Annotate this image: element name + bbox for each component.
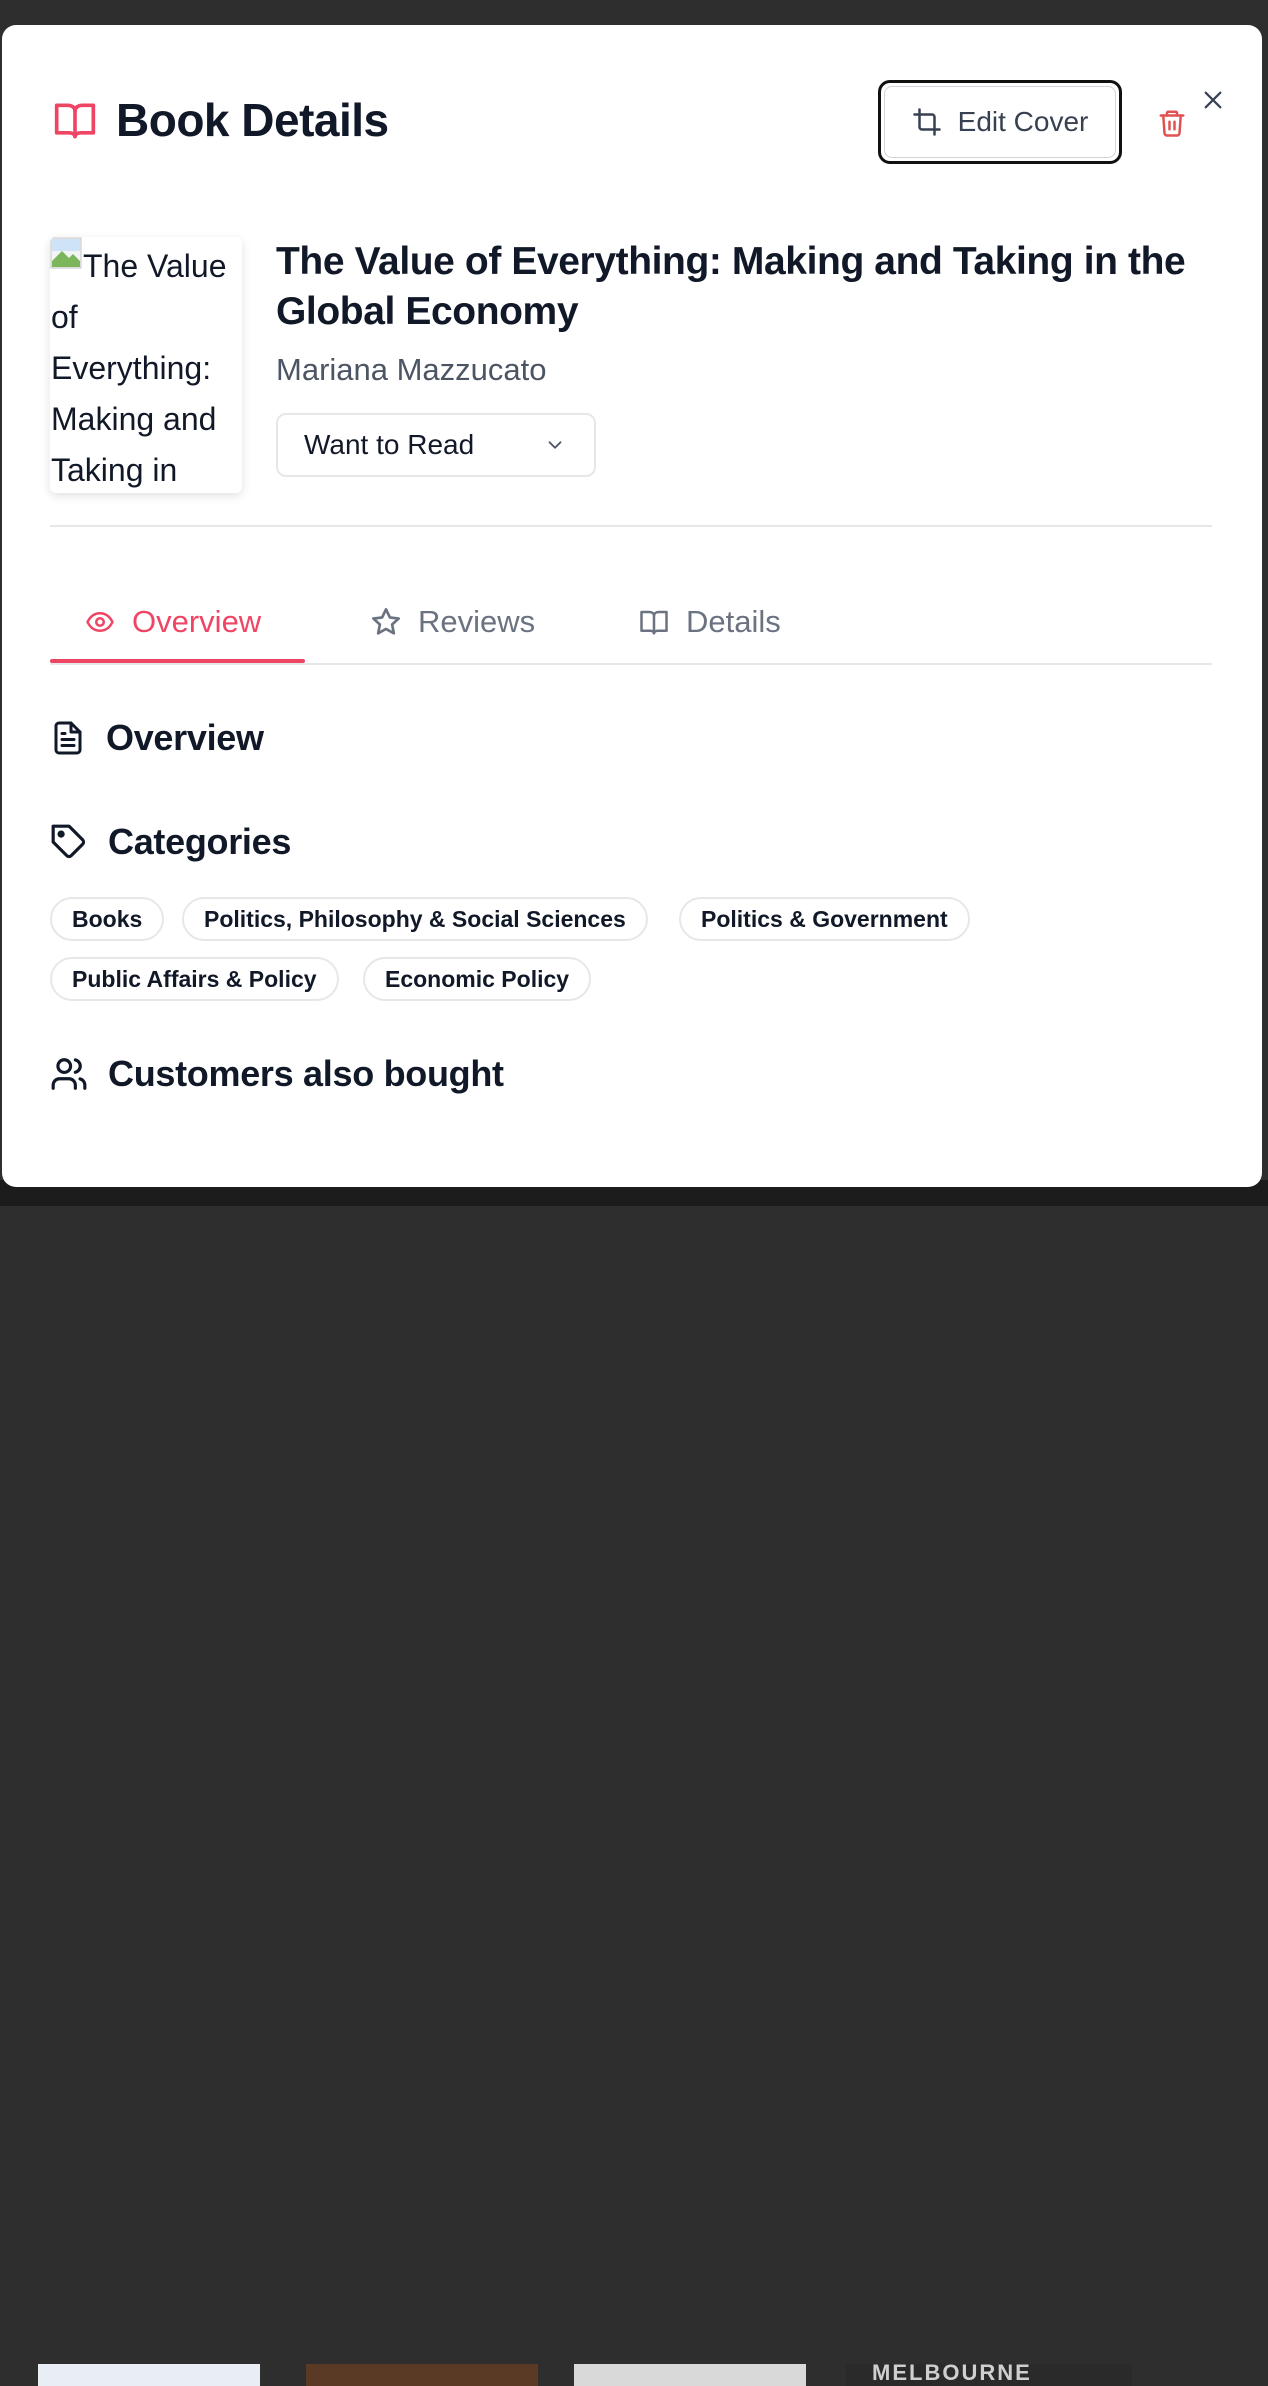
- tab-details-label: Details: [686, 604, 781, 639]
- users-icon: [51, 1058, 87, 1090]
- category-chip[interactable]: Politics & Government: [679, 897, 970, 941]
- tab-reviews[interactable]: Reviews: [370, 581, 535, 663]
- book-open-icon: [640, 610, 668, 635]
- book-cover-image: The Value of Everything: Making and Taki…: [50, 237, 242, 493]
- cover-alt-text: The Value of Everything: Making and Taki…: [51, 248, 227, 488]
- reading-status-value: Want to Read: [304, 429, 475, 460]
- categories-heading: Categories: [50, 821, 291, 863]
- background-book-text: MELBOURNE: [872, 2364, 1032, 2385]
- modal-header: Book Details: [52, 90, 389, 150]
- book-open-icon: [54, 103, 96, 139]
- close-icon: [1204, 91, 1222, 109]
- edit-cover-label: Edit Cover: [957, 106, 1089, 137]
- category-chip[interactable]: Public Affairs & Policy: [50, 957, 339, 1001]
- category-chip[interactable]: Books: [50, 897, 165, 941]
- tag-icon: [51, 824, 86, 859]
- star-icon: [372, 608, 400, 635]
- categories-heading-text: Categories: [108, 821, 292, 862]
- background-book-cover: MELBOURNE: [846, 2364, 1132, 2386]
- category-chip[interactable]: Politics, Philosophy & Social Sciences: [182, 897, 648, 941]
- overview-heading-text: Overview: [106, 717, 264, 758]
- background-book-cover: [574, 2364, 806, 2386]
- delete-button[interactable]: [1154, 105, 1190, 141]
- customers-also-bought-text: Customers also bought: [108, 1053, 504, 1094]
- tab-reviews-label: Reviews: [418, 604, 536, 639]
- tab-overview[interactable]: Overview: [84, 581, 261, 663]
- crop-icon: [912, 108, 941, 136]
- category-chip[interactable]: Economic Policy: [363, 957, 592, 1001]
- edit-cover-button[interactable]: Edit Cover: [878, 80, 1122, 164]
- book-title: The Value of Everything: Making and Taki…: [276, 240, 1186, 333]
- chevron-down-icon: [548, 441, 562, 449]
- tab-overview-label: Overview: [132, 604, 262, 639]
- file-text-icon: [54, 721, 82, 755]
- trash-icon: [1159, 110, 1185, 137]
- customers-also-bought-heading: Customers also bought: [50, 1053, 504, 1095]
- reading-status-select[interactable]: Want to Read: [276, 413, 596, 477]
- tab-bar: Overview Reviews Details: [50, 581, 1212, 665]
- divider: [50, 525, 1212, 527]
- active-tab-indicator: [50, 659, 305, 663]
- page-title: Book Details: [116, 94, 389, 146]
- overview-heading: Overview: [50, 717, 264, 759]
- tab-details[interactable]: Details: [638, 581, 781, 663]
- book-author: Mariana Mazzucato: [276, 352, 547, 387]
- background-book-cover: [306, 2364, 538, 2386]
- background-book-cover: [38, 2364, 260, 2386]
- eye-icon: [86, 612, 114, 632]
- book-details-modal: Book Details Edit Cover The Value of Eve…: [2, 25, 1262, 1187]
- close-button[interactable]: [1198, 85, 1228, 115]
